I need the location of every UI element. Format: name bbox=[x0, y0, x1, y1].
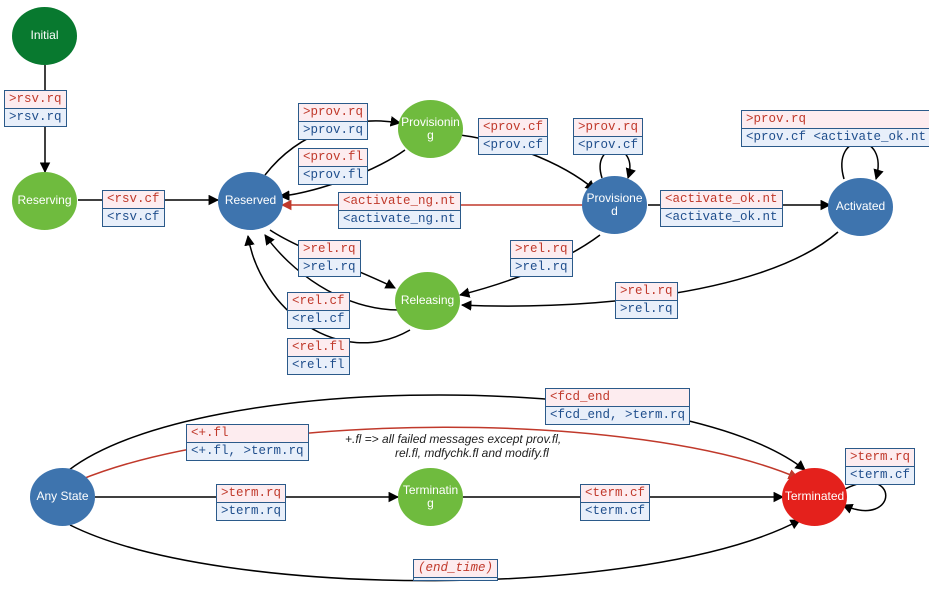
msg-row: <term.cf bbox=[581, 485, 649, 503]
state-provisioned: Provisioned bbox=[582, 176, 647, 234]
state-label: Terminated bbox=[785, 490, 844, 503]
state-reserved: Reserved bbox=[218, 172, 283, 230]
msg-row: <rel.cf bbox=[288, 293, 349, 311]
msg-end-time: (end_time) bbox=[413, 559, 498, 581]
note-failed-messages: +.fl => all failed messages except prov.… bbox=[345, 432, 561, 460]
state-label: Reserving bbox=[17, 194, 71, 207]
msg-row: >rel.rq bbox=[511, 259, 572, 276]
msg-row: <term.cf bbox=[846, 467, 914, 484]
state-diagram: Initial Reserving Reserved Provisioning … bbox=[0, 0, 929, 608]
state-any: Any State bbox=[30, 468, 95, 526]
msg-term-cf: <term.cf <term.cf bbox=[580, 484, 650, 521]
msg-row: <rel.cf bbox=[288, 311, 349, 328]
msg-row: >rel.rq bbox=[616, 301, 677, 318]
msg-prov-rq: >prov.rq >prov.rq bbox=[298, 103, 368, 140]
msg-row: >prov.rq bbox=[574, 119, 642, 137]
msg-row: <activate_ng.nt bbox=[339, 193, 460, 211]
msg-activate-ok: <activate_ok.nt <activate_ok.nt bbox=[660, 190, 783, 227]
state-label: Any State bbox=[36, 490, 88, 503]
edges-layer bbox=[0, 0, 929, 608]
msg-rsv-cf: <rsv.cf <rsv.cf bbox=[102, 190, 165, 227]
msg-row: <rsv.cf bbox=[103, 209, 164, 226]
msg-row: >rel.rq bbox=[616, 283, 677, 301]
state-releasing: Releasing bbox=[395, 272, 460, 330]
msg-row: <rel.fl bbox=[288, 357, 349, 374]
msg-row: <fcd_end bbox=[546, 389, 689, 407]
state-label: Provisioning bbox=[400, 116, 461, 142]
state-terminated: Terminated bbox=[782, 468, 847, 526]
msg-row: >term.rq bbox=[846, 449, 914, 467]
msg-row: >rel.rq bbox=[299, 259, 360, 276]
msg-row: >prov.rq bbox=[299, 122, 367, 139]
state-activated: Activated bbox=[828, 178, 893, 236]
msg-row: >rsv.rq bbox=[5, 91, 66, 109]
msg-row: <+.fl bbox=[187, 425, 308, 443]
msg-row: <prov.cf bbox=[479, 137, 547, 154]
msg-row: >rel.rq bbox=[299, 241, 360, 259]
state-label: Terminating bbox=[400, 484, 461, 510]
msg-terminated-self: >term.rq <term.cf bbox=[845, 448, 915, 485]
msg-row: <rel.fl bbox=[288, 339, 349, 357]
msg-rel-fl: <rel.fl <rel.fl bbox=[287, 338, 350, 375]
state-label: Provisioned bbox=[584, 192, 645, 218]
msg-row: <activate_ng.nt bbox=[339, 211, 460, 228]
msg-row: >rsv.rq bbox=[5, 109, 66, 126]
msg-rel-cf: <rel.cf <rel.cf bbox=[287, 292, 350, 329]
state-provisioning: Provisioning bbox=[398, 100, 463, 158]
msg-row bbox=[414, 578, 497, 580]
msg-term-rq: >term.rq >term.rq bbox=[216, 484, 286, 521]
msg-row: <prov.cf bbox=[574, 137, 642, 154]
msg-row: >prov.rq bbox=[742, 111, 929, 129]
state-reserving: Reserving bbox=[12, 172, 77, 230]
msg-prov-cf: <prov.cf <prov.cf bbox=[478, 118, 548, 155]
msg-row: <activate_ok.nt bbox=[661, 191, 782, 209]
msg-row: <prov.cf <activate_ok.nt bbox=[742, 129, 929, 146]
state-terminating: Terminating bbox=[398, 468, 463, 526]
msg-row: >rel.rq bbox=[511, 241, 572, 259]
msg-row: <fcd_end, >term.rq bbox=[546, 407, 689, 424]
msg-row: <rsv.cf bbox=[103, 191, 164, 209]
state-label: Initial bbox=[30, 29, 58, 42]
msg-row: <prov.fl bbox=[299, 167, 367, 184]
msg-rel-rq-resv: >rel.rq >rel.rq bbox=[298, 240, 361, 277]
msg-row: >prov.rq bbox=[299, 104, 367, 122]
msg-fcd-end: <fcd_end <fcd_end, >term.rq bbox=[545, 388, 690, 425]
msg-rel-rq-prov: >rel.rq >rel.rq bbox=[510, 240, 573, 277]
state-label: Activated bbox=[836, 200, 885, 213]
msg-row: >term.rq bbox=[217, 485, 285, 503]
msg-row: <term.cf bbox=[581, 503, 649, 520]
state-initial: Initial bbox=[12, 7, 77, 65]
msg-row: >term.rq bbox=[217, 503, 285, 520]
msg-activated-self: >prov.rq <prov.cf <activate_ok.nt bbox=[741, 110, 929, 147]
msg-row: <activate_ok.nt bbox=[661, 209, 782, 226]
msg-prov-fl: <prov.fl <prov.fl bbox=[298, 148, 368, 185]
msg-provisioned-self: >prov.rq <prov.cf bbox=[573, 118, 643, 155]
msg-row: <+.fl, >term.rq bbox=[187, 443, 308, 460]
msg-rsv-rq: >rsv.rq >rsv.rq bbox=[4, 90, 67, 127]
state-label: Reserved bbox=[225, 194, 276, 207]
msg-row: <prov.cf bbox=[479, 119, 547, 137]
state-label: Releasing bbox=[401, 294, 454, 307]
msg-rel-rq-act: >rel.rq >rel.rq bbox=[615, 282, 678, 319]
msg-plus-fl: <+.fl <+.fl, >term.rq bbox=[186, 424, 309, 461]
msg-activate-ng: <activate_ng.nt <activate_ng.nt bbox=[338, 192, 461, 229]
msg-row: (end_time) bbox=[414, 560, 497, 578]
msg-row: <prov.fl bbox=[299, 149, 367, 167]
